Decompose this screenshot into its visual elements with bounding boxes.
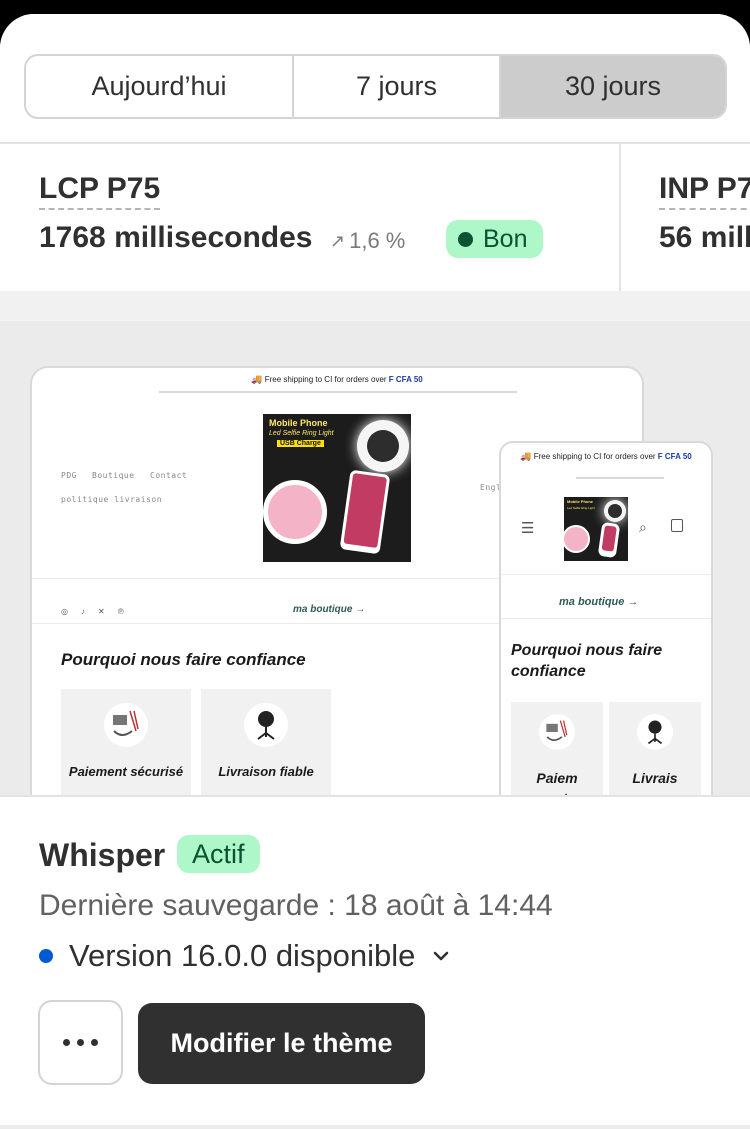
ellipsis-icon bbox=[63, 1039, 70, 1046]
theme-sheet: Aujourd’hui 7 jours 30 jours LCP P75 176… bbox=[0, 14, 750, 1129]
range-30-days-tab[interactable]: 30 jours bbox=[501, 56, 725, 117]
divider bbox=[619, 144, 621, 291]
social-links: ◎ ♪ ✕ ℗ bbox=[61, 607, 124, 616]
feature-label: Livraison fiable bbox=[218, 764, 314, 779]
chevron-down-icon bbox=[434, 951, 449, 961]
ring-light-icon bbox=[357, 420, 409, 472]
x-icon[interactable]: ✕ bbox=[98, 607, 105, 616]
divider bbox=[501, 618, 711, 619]
info-dot-icon bbox=[39, 949, 53, 963]
mobile-preview: 🚚 Free shipping to CI for orders over F … bbox=[499, 441, 713, 795]
divider bbox=[159, 391, 517, 393]
lcp-trend-value: 1,6 % bbox=[349, 228, 406, 253]
feature-label: Paiem ent bbox=[536, 770, 578, 795]
version-label: Version 16.0.0 disponible bbox=[69, 938, 416, 973]
theme-preview[interactable]: 🚚 Free shipping to CI for orders over F … bbox=[0, 321, 750, 795]
announcement-amount: F CFA 50 bbox=[388, 375, 423, 384]
announcement-bar: 🚚 Free shipping to CI for orders over F … bbox=[32, 374, 642, 385]
phone-icon bbox=[339, 469, 391, 555]
version-available[interactable]: Version 16.0.0 disponible bbox=[39, 938, 451, 974]
divider bbox=[501, 574, 711, 575]
tiktok-icon[interactable]: ♪ bbox=[81, 607, 85, 616]
inp-value: 56 millisecondes bbox=[659, 221, 750, 254]
hero-image: Mobile Phone Led Selfie Ring Light USB C… bbox=[263, 414, 411, 562]
feature-label: Paiement sécurisé bbox=[68, 764, 184, 779]
edit-theme-button[interactable]: Modifier le thème bbox=[138, 1003, 425, 1084]
range-today-tab[interactable]: Aujourd’hui bbox=[26, 56, 294, 117]
status-dot-icon bbox=[458, 231, 473, 247]
nav-item-livraison[interactable]: politique livraison bbox=[61, 495, 162, 504]
arrow-up-right-icon: ↗ bbox=[330, 230, 346, 251]
feature-label: Livrais on bbox=[632, 770, 678, 795]
phone-icon bbox=[597, 521, 621, 559]
announcement-text: Free shipping to CI for orders over bbox=[264, 375, 387, 384]
why-title: Pourquoi nous faire confiance bbox=[61, 650, 306, 669]
lcp-status-label: Bon bbox=[483, 224, 528, 253]
hero-line-1: Mobile Phone bbox=[269, 418, 328, 428]
truck-icon: 🚚 bbox=[251, 374, 263, 384]
feature-card: Livrais on bbox=[609, 702, 701, 795]
payment-icon bbox=[539, 714, 575, 750]
theme-info-card: Whisper Actif Dernière sauvegarde : 18 a… bbox=[0, 795, 750, 1125]
announcement-text: Free shipping to CI for orders over bbox=[533, 452, 656, 461]
range-7-days-tab[interactable]: 7 jours bbox=[294, 56, 501, 117]
feature-card: Paiem ent bbox=[511, 702, 603, 795]
announcement-amount: F CFA 50 bbox=[657, 452, 692, 461]
theme-name: Whisper bbox=[39, 837, 166, 873]
hero-line-3: USB Charge bbox=[277, 440, 324, 447]
lcp-value: 1768 millisecondes bbox=[39, 221, 313, 254]
lcp-title[interactable]: LCP P75 bbox=[39, 172, 161, 210]
hamburger-menu-icon[interactable]: ☰ bbox=[521, 519, 534, 537]
hero-line-1: Mobile Phone bbox=[567, 499, 593, 504]
feature-card: Livraison fiable bbox=[201, 689, 331, 795]
nav-item-pdg[interactable]: PDG bbox=[61, 471, 77, 480]
search-icon[interactable]: ⌕ bbox=[639, 519, 647, 536]
divider bbox=[576, 477, 664, 479]
nav-item-boutique[interactable]: Boutique bbox=[92, 471, 135, 480]
spacer bbox=[0, 291, 750, 321]
more-actions-button[interactable] bbox=[38, 1000, 123, 1085]
date-range-selector: Aujourd’hui 7 jours 30 jours bbox=[24, 54, 727, 119]
payment-icon bbox=[104, 703, 148, 747]
delivery-icon bbox=[244, 703, 288, 747]
ring-light-icon bbox=[604, 500, 626, 522]
boutique-link[interactable]: ma boutique → bbox=[293, 604, 365, 615]
hero-line-2: Led Selfie Ring Light bbox=[567, 506, 595, 510]
cart-icon[interactable] bbox=[671, 519, 683, 532]
theme-status-badge: Actif bbox=[177, 835, 260, 873]
instagram-icon[interactable]: ◎ bbox=[61, 607, 68, 616]
pinterest-icon[interactable]: ℗ bbox=[118, 607, 124, 616]
hero-image: Mobile Phone Led Selfie Ring Light bbox=[564, 497, 628, 561]
boutique-link[interactable]: ma boutique → bbox=[559, 596, 638, 608]
inp-title[interactable]: INP P75 bbox=[659, 172, 750, 210]
hero-line-2: Led Selfie Ring Light bbox=[269, 430, 334, 437]
lcp-trend: ↗ 1,6 % bbox=[330, 228, 405, 254]
performance-card: Aujourd’hui 7 jours 30 jours LCP P75 176… bbox=[0, 14, 750, 291]
why-title: Pourquoi nous faire confiance bbox=[511, 642, 663, 680]
pink-ring-icon bbox=[564, 525, 590, 553]
announcement-bar: 🚚 Free shipping to CI for orders over F … bbox=[501, 449, 711, 464]
last-saved-text: Dernière sauvegarde : 18 août à 14:44 bbox=[39, 889, 553, 922]
spacer bbox=[0, 1125, 750, 1129]
delivery-icon bbox=[637, 714, 673, 750]
divider bbox=[0, 142, 750, 144]
truck-icon: 🚚 bbox=[520, 451, 532, 461]
pink-ring-icon bbox=[263, 480, 327, 544]
feature-card: Paiement sécurisé bbox=[61, 689, 191, 795]
nav-item-contact[interactable]: Contact bbox=[150, 471, 187, 480]
lcp-status-badge: Bon bbox=[446, 220, 544, 258]
